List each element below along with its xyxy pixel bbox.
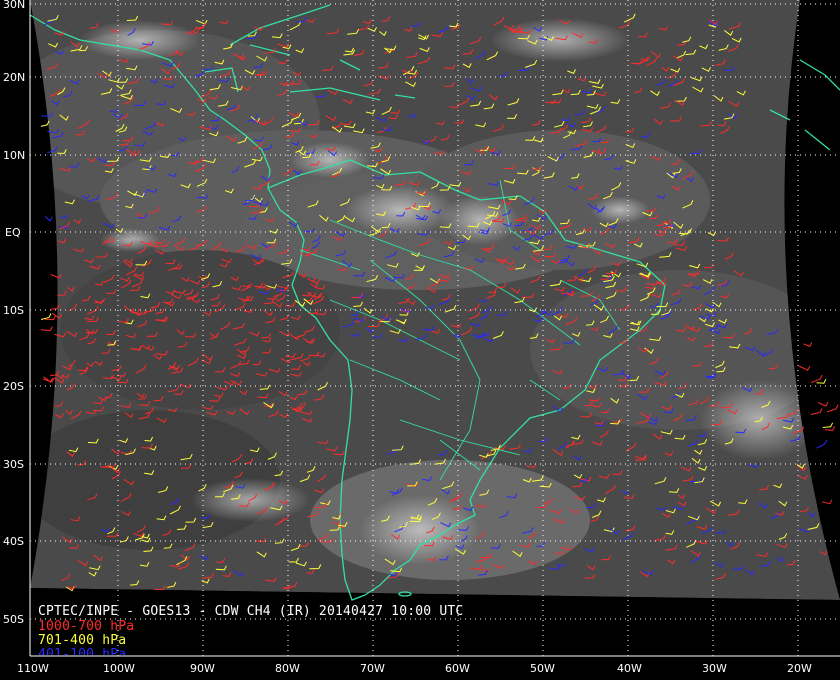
lat-label: 30N	[3, 0, 25, 11]
lon-label: 50W	[530, 662, 555, 675]
lon-label: 60W	[445, 662, 470, 675]
lon-label: 40W	[617, 662, 642, 675]
lon-label: 80W	[275, 662, 300, 675]
legend-item-low-level: 1000-700 hPa	[38, 619, 135, 634]
lat-label: EQ	[5, 226, 21, 239]
lat-label: 10S	[3, 304, 24, 317]
satellite-wind-map: 30N 20N 10N EQ 10S 20S 30S 40S 50S 110W …	[0, 0, 840, 680]
lon-label: 100W	[103, 662, 135, 675]
legend-item-high-level: 401-100 hPa	[38, 647, 127, 655]
lon-label: 110W	[17, 662, 49, 675]
legend-item-mid-level: 701-400 hPa	[38, 633, 127, 648]
lat-label: 20N	[3, 71, 25, 84]
lon-label: 20W	[787, 662, 812, 675]
lat-label: 10N	[3, 149, 25, 162]
lat-label: 20S	[3, 380, 24, 393]
map-title: CPTEC/INPE - GOES13 - CDW CH4 (IR) 20140…	[38, 604, 464, 619]
lat-label: 50S	[3, 613, 24, 626]
lon-label: 30W	[702, 662, 727, 675]
lon-label: 90W	[190, 662, 215, 675]
lon-label: 70W	[360, 662, 385, 675]
lat-label: 40S	[3, 535, 24, 548]
lat-label: 30S	[3, 458, 24, 471]
